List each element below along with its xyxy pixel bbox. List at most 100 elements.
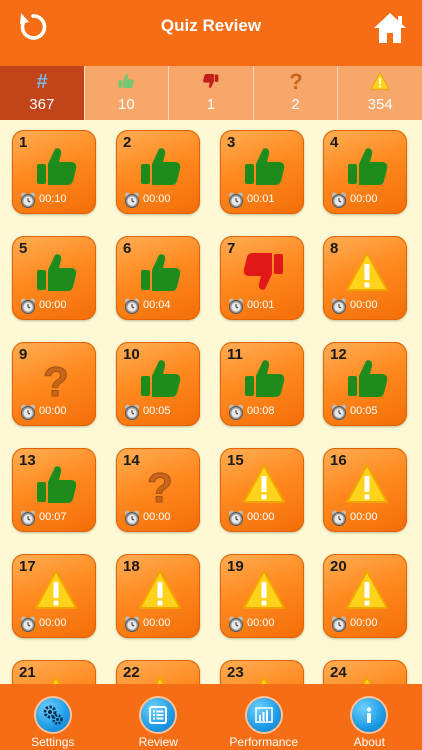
question-time: 00:05 xyxy=(350,405,378,417)
question-tile[interactable]: 10 00:05 xyxy=(116,342,200,426)
question-time: 00:00 xyxy=(350,617,378,629)
alarm-clock-icon xyxy=(124,404,140,420)
question-mark-icon: ? xyxy=(43,358,70,401)
question-tile[interactable]: 18 00:00 xyxy=(116,554,200,638)
question-time: 00:00 xyxy=(350,193,378,205)
question-time: 00:00 xyxy=(143,617,171,629)
header-bar: Quiz Review xyxy=(0,0,422,66)
question-tile[interactable]: 6 00:04 xyxy=(116,236,200,320)
tab-label: Performance xyxy=(229,735,299,749)
tab-review[interactable]: Review xyxy=(106,684,212,750)
bar-chart-icon xyxy=(246,698,281,732)
question-tile[interactable]: 16 00:00 xyxy=(323,448,407,532)
thumbs-up-icon xyxy=(348,360,388,397)
stat-value: 1 xyxy=(206,96,216,113)
alarm-clock-icon xyxy=(124,298,140,314)
question-time: 00:04 xyxy=(143,299,171,311)
hash-icon: # xyxy=(0,70,84,92)
tab-performance[interactable]: Performance xyxy=(211,684,317,750)
stat-thumbs-up[interactable]: 10 xyxy=(85,66,170,120)
question-number: 1 xyxy=(19,134,28,151)
alarm-clock-icon xyxy=(331,616,347,632)
question-tile[interactable]: 3 00:01 xyxy=(220,130,304,214)
question-tile[interactable]: 20 00:00 xyxy=(323,554,407,638)
stat-thumbs-down[interactable]: 1 xyxy=(169,66,254,120)
question-grid[interactable]: 1 00:10 2 00:00 3 00:01 4 00:00 5 00:00 6 00:04 7 00:… xyxy=(0,120,422,684)
home-button[interactable] xyxy=(372,11,408,45)
question-time: 00:07 xyxy=(39,511,67,523)
question-tile[interactable]: 2100:00 xyxy=(12,660,96,684)
stat-warning[interactable]: 354 xyxy=(338,66,422,120)
question-tile[interactable]: 7 00:01 xyxy=(220,236,304,320)
question-tile[interactable]: 4 00:00 xyxy=(323,130,407,214)
alarm-clock-icon xyxy=(331,404,347,420)
question-time: 00:00 xyxy=(143,193,171,205)
question-tile[interactable]: 1 00:10 xyxy=(12,130,96,214)
stat-hash[interactable]: #367 xyxy=(0,66,85,120)
svg-text:?: ? xyxy=(147,464,173,506)
question-time: 00:00 xyxy=(247,617,275,629)
question-number: 7 xyxy=(227,240,236,257)
tab-about[interactable]: About xyxy=(317,684,422,750)
stat-value: 354 xyxy=(367,96,393,113)
alarm-clock-icon xyxy=(228,404,244,420)
question-tile[interactable]: 2 00:00 xyxy=(116,130,200,214)
tab-label: About xyxy=(353,735,385,749)
stat-value: 367 xyxy=(29,96,55,113)
thumbs-up-icon xyxy=(85,70,169,92)
question-tile[interactable]: 2400:00 xyxy=(323,660,407,684)
question-tile[interactable]: 13 00:07 xyxy=(12,448,96,532)
question-tile[interactable]: 5 00:00 xyxy=(12,236,96,320)
tab-label: Review xyxy=(138,735,178,749)
home-icon xyxy=(374,13,406,43)
question-tile[interactable]: 2300:00 xyxy=(220,660,304,684)
question-time: 00:00 xyxy=(39,617,67,629)
warning-icon xyxy=(243,570,285,609)
question-number: 5 xyxy=(19,240,28,257)
question-tile[interactable]: 15 00:00 xyxy=(220,448,304,532)
question-number: 6 xyxy=(123,240,132,257)
question-time: 00:00 xyxy=(39,299,67,311)
stats-bar: #367 10 1? 2 354 xyxy=(0,66,422,120)
question-number: 11 xyxy=(227,346,243,363)
question-tile[interactable]: 2200:00 xyxy=(116,660,200,684)
question-time: 00:10 xyxy=(39,193,67,205)
question-tile[interactable]: 14? 00:00 xyxy=(116,448,200,532)
stat-value: 10 xyxy=(118,96,135,113)
question-icon: ? xyxy=(254,70,338,92)
question-tile[interactable]: 8 00:00 xyxy=(323,236,407,320)
alarm-clock-icon xyxy=(331,510,347,526)
stat-value: 2 xyxy=(291,96,300,113)
question-tile[interactable]: 9? 00:00 xyxy=(12,342,96,426)
question-time: 00:00 xyxy=(350,511,378,523)
alarm-clock-icon xyxy=(331,192,347,208)
svg-text:?: ? xyxy=(43,358,69,400)
thumbs-up-icon xyxy=(348,148,388,185)
stat-question[interactable]: ? 2 xyxy=(254,66,339,120)
question-tile[interactable]: 12 00:05 xyxy=(323,342,407,426)
question-tile[interactable]: 11 00:08 xyxy=(220,342,304,426)
question-number: 3 xyxy=(227,134,236,151)
bottom-tab-bar: Settings Review Performance About xyxy=(0,684,422,750)
alarm-clock-icon xyxy=(20,404,36,420)
warning-icon xyxy=(259,676,269,684)
warning-icon xyxy=(35,570,77,609)
question-time: 00:01 xyxy=(247,299,275,311)
question-number: 2 xyxy=(123,134,132,151)
tab-settings[interactable]: Settings xyxy=(0,684,106,750)
alarm-clock-icon xyxy=(124,616,140,632)
question-time: 00:05 xyxy=(143,405,171,417)
question-time: 00:01 xyxy=(247,193,275,205)
alarm-clock-icon xyxy=(228,192,244,208)
warning-icon xyxy=(155,676,165,684)
question-time: 00:00 xyxy=(350,299,378,311)
warning-icon xyxy=(139,570,181,609)
question-number: 4 xyxy=(330,134,339,151)
alarm-clock-icon xyxy=(20,616,36,632)
list-icon xyxy=(141,698,176,732)
thumbs-up-icon xyxy=(37,148,77,185)
alarm-clock-icon xyxy=(124,192,140,208)
thumbs-up-icon xyxy=(245,360,285,397)
question-tile[interactable]: 17 00:00 xyxy=(12,554,96,638)
question-tile[interactable]: 19 00:00 xyxy=(220,554,304,638)
